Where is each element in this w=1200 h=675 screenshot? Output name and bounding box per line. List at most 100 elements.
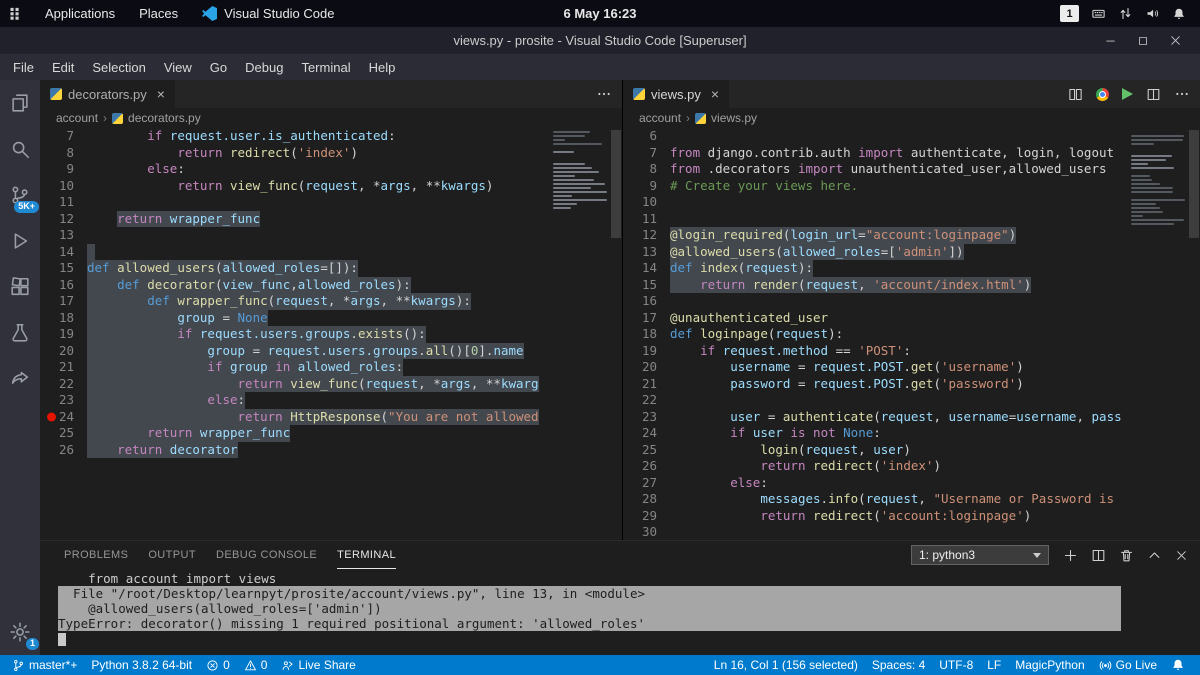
code-line-25[interactable]: 25 return wrapper_func	[40, 425, 550, 442]
line-number[interactable]: 18	[623, 326, 670, 343]
code-line-24[interactable]: 24 return HttpResponse("You are not allo…	[40, 408, 550, 425]
terminal-cursor[interactable]	[58, 633, 66, 646]
line-number[interactable]: 11	[40, 194, 87, 211]
line-number[interactable]: 28	[623, 491, 670, 508]
code-line-30[interactable]: 30	[623, 524, 1128, 540]
status-go-live[interactable]: Go Live	[1092, 655, 1164, 675]
line-number[interactable]: 11	[623, 211, 670, 228]
code-line-28[interactable]: 28 messages.info(request, "Username or P…	[623, 491, 1128, 508]
activity-run-debug[interactable]	[0, 218, 40, 264]
status-errors[interactable]: 0	[199, 655, 237, 675]
status-eol[interactable]: LF	[980, 655, 1008, 675]
line-number[interactable]: 25	[40, 425, 87, 442]
line-number[interactable]: 15	[40, 260, 87, 277]
terminal-select[interactable]: 1: python3	[911, 545, 1049, 565]
code-line-12[interactable]: 12 @login_required(login_url="account:log…	[623, 227, 1128, 244]
code-line-14[interactable]: 14 def index(request):	[623, 260, 1128, 277]
code-line-19[interactable]: 19 if request.users.groups.exists():	[40, 326, 550, 343]
code-line-11[interactable]: 11	[40, 194, 550, 211]
status-warnings[interactable]: 0	[237, 655, 275, 675]
line-number[interactable]: 21	[623, 376, 670, 393]
open-in-browser-icon[interactable]	[1096, 87, 1109, 101]
code-line-16[interactable]: 16 def decorator(view_func,allowed_roles…	[40, 276, 550, 293]
activity-explorer[interactable]	[0, 80, 40, 126]
line-number[interactable]: 15	[623, 277, 670, 294]
code-line-15[interactable]: 15 def allowed_users(allowed_roles=[]):	[40, 260, 550, 277]
scrollbar-0[interactable]	[610, 128, 622, 540]
network-tray-icon[interactable]	[1118, 6, 1133, 21]
line-number[interactable]: 10	[623, 194, 670, 211]
line-number[interactable]: 21	[40, 359, 87, 376]
line-number[interactable]: 14	[40, 244, 87, 261]
tab-views-py[interactable]: views.py ×	[623, 80, 731, 108]
code-line-13[interactable]: 13 @allowed_users(allowed_roles=['admin']…	[623, 243, 1128, 260]
code-line-14[interactable]: 14	[40, 243, 550, 261]
line-number[interactable]: 14	[623, 260, 670, 277]
line-number[interactable]: 16	[623, 293, 670, 310]
code-line-9[interactable]: 9 else:	[40, 161, 550, 178]
line-number[interactable]: 25	[623, 442, 670, 459]
code-line-20[interactable]: 20 group = request.users.groups.all()[0]…	[40, 342, 550, 359]
status-language-mode[interactable]: MagicPython	[1008, 655, 1091, 675]
activity-search[interactable]	[0, 126, 40, 172]
notifications-tray-icon[interactable]	[1172, 7, 1186, 21]
applications-menu[interactable]: Applications	[33, 0, 127, 27]
code-line-21[interactable]: 21 if group in allowed_roles:	[40, 359, 550, 376]
active-app-indicator[interactable]: Visual Studio Code	[190, 6, 346, 21]
line-number[interactable]: 29	[623, 508, 670, 525]
app-grid-icon[interactable]	[8, 6, 23, 21]
menu-debug[interactable]: Debug	[236, 54, 292, 80]
code-line-7[interactable]: 7 from django.contrib.auth import authent…	[623, 145, 1128, 162]
panel-tab-output[interactable]: OUTPUT	[148, 541, 196, 569]
code-line-26[interactable]: 26 return redirect('index')	[623, 458, 1128, 475]
code-line-10[interactable]: 10	[623, 194, 1128, 211]
line-number[interactable]: 12	[40, 211, 87, 228]
line-number[interactable]: 13	[40, 227, 87, 244]
line-number[interactable]: 8	[623, 161, 670, 178]
status-python-version[interactable]: Python 3.8.2 64-bit	[84, 655, 199, 675]
breakpoint[interactable]	[47, 412, 56, 422]
status-indentation[interactable]: Spaces: 4	[865, 655, 932, 675]
panel-tab-debug-console[interactable]: DEBUG CONSOLE	[216, 541, 317, 569]
code-line-17[interactable]: 17 def wrapper_func(request, *args, **kw…	[40, 293, 550, 310]
code-line-17[interactable]: 17 @unauthenticated_user	[623, 310, 1128, 327]
minimap-1[interactable]	[1128, 128, 1188, 540]
status-encoding[interactable]: UTF-8	[932, 655, 980, 675]
code-line-6[interactable]: 6	[623, 128, 1128, 145]
more-actions-icon[interactable]	[1174, 86, 1190, 102]
line-number[interactable]: 17	[40, 293, 87, 310]
line-number[interactable]: 9	[623, 178, 670, 195]
line-number[interactable]: 22	[40, 376, 87, 393]
tab-decorators-py[interactable]: decorators.py ×	[40, 80, 176, 108]
menu-view[interactable]: View	[155, 54, 201, 80]
status-cursor-position[interactable]: Ln 16, Col 1 (156 selected)	[707, 655, 865, 675]
terminal-output[interactable]: from account import views File "/root/De…	[40, 569, 1200, 655]
code-line-21[interactable]: 21 password = request.POST.get('password…	[623, 376, 1128, 393]
keyboard-tray-icon[interactable]	[1091, 6, 1106, 21]
maximize-panel-icon[interactable]	[1147, 548, 1162, 563]
code-line-22[interactable]: 22 return view_func(request, *args, **kw…	[40, 375, 550, 393]
line-number[interactable]: 8	[40, 145, 87, 162]
new-terminal-icon[interactable]	[1063, 548, 1078, 563]
code-line-11[interactable]: 11	[623, 211, 1128, 228]
activity-live-share[interactable]	[0, 356, 40, 402]
line-number[interactable]: 23	[623, 409, 670, 426]
workspace-indicator[interactable]: 1	[1060, 5, 1079, 22]
code-line-18[interactable]: 18 group = None	[40, 309, 550, 326]
breadcrumb-folder[interactable]: account	[639, 111, 681, 125]
split-editor-icon[interactable]	[1146, 87, 1161, 102]
menu-help[interactable]: Help	[360, 54, 405, 80]
scrollbar-1[interactable]	[1188, 128, 1200, 540]
minimize-button[interactable]	[1098, 34, 1123, 47]
panel-tab-terminal[interactable]: TERMINAL	[337, 541, 396, 569]
line-number[interactable]: 24	[623, 425, 670, 442]
code-line-26[interactable]: 26 return decorator	[40, 441, 550, 458]
code-line-10[interactable]: 10 return view_func(request, *args, **kw…	[40, 178, 550, 195]
run-python-file-icon[interactable]	[1122, 88, 1133, 100]
code-line-9[interactable]: 9 # Create your views here.	[623, 178, 1128, 195]
code-line-18[interactable]: 18 def loginpage(request):	[623, 326, 1128, 343]
line-number[interactable]: 12	[623, 227, 670, 244]
line-number[interactable]: 19	[40, 326, 87, 343]
code-line-15[interactable]: 15 return render(request, 'account/index…	[623, 276, 1128, 294]
activity-manage[interactable]: 1	[0, 609, 40, 655]
